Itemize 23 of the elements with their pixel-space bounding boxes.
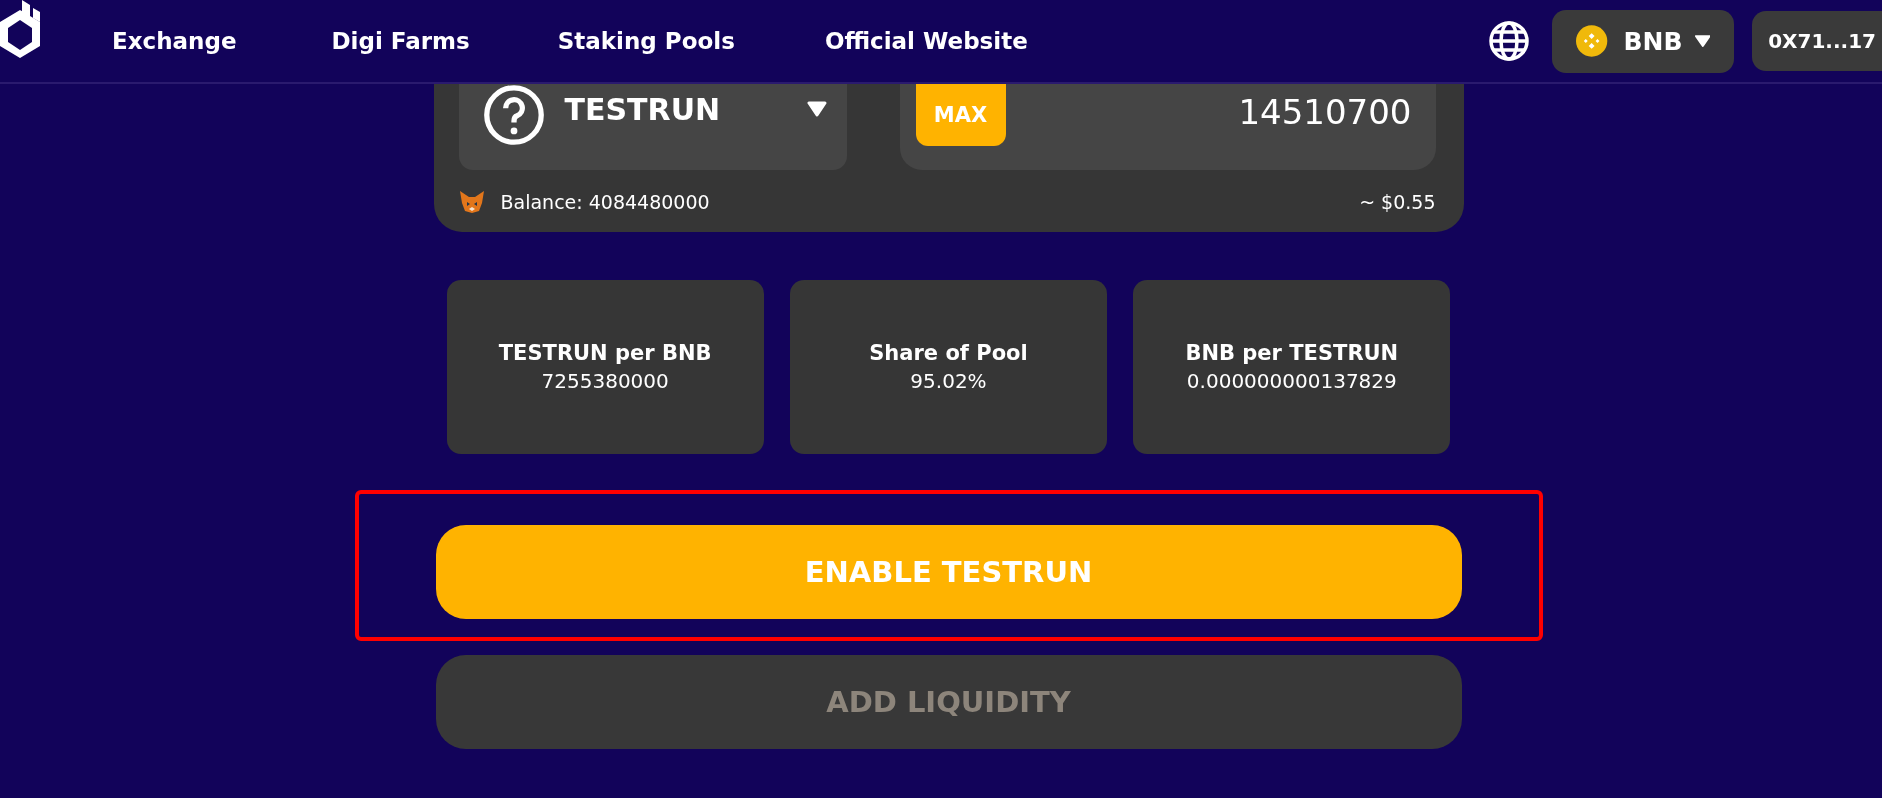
caret-icon — [1694, 35, 1711, 47]
stat-label: Share of Pool — [869, 341, 1028, 365]
usd-value: ~ $0.55 — [1359, 191, 1436, 213]
amount-value: 14510700 — [1238, 92, 1412, 132]
stat-value: 95.02% — [910, 369, 987, 393]
nav-link[interactable]: Official Website — [824, 28, 1028, 54]
globe-icon[interactable] — [1488, 20, 1531, 62]
fox-icon — [458, 190, 485, 214]
nav-link[interactable]: Exchange — [112, 28, 237, 54]
logo-icon[interactable] — [0, 0, 40, 60]
coin-icon — [1576, 25, 1608, 57]
stat-value: 0.000000000137829 — [1186, 369, 1397, 393]
balance-text: Balance: 4084480000 — [500, 191, 710, 213]
nav-link[interactable]: Digi Farms — [331, 28, 470, 54]
stat-label: BNB per TESTRUN — [1185, 341, 1399, 365]
nav-link[interactable]: Staking Pools — [557, 28, 735, 54]
amount-field[interactable]: MAX 14510700 — [899, 84, 1436, 170]
network-selector[interactable]: BNB — [1552, 9, 1735, 73]
account-button[interactable]: 0X71...17 — [1752, 11, 1882, 71]
stat-value: 7255380000 — [541, 369, 669, 393]
token-selector[interactable]: TESTRUN — [458, 84, 847, 170]
stat-label: TESTRUN per BNB — [498, 341, 712, 365]
caret-icon — [806, 101, 827, 117]
